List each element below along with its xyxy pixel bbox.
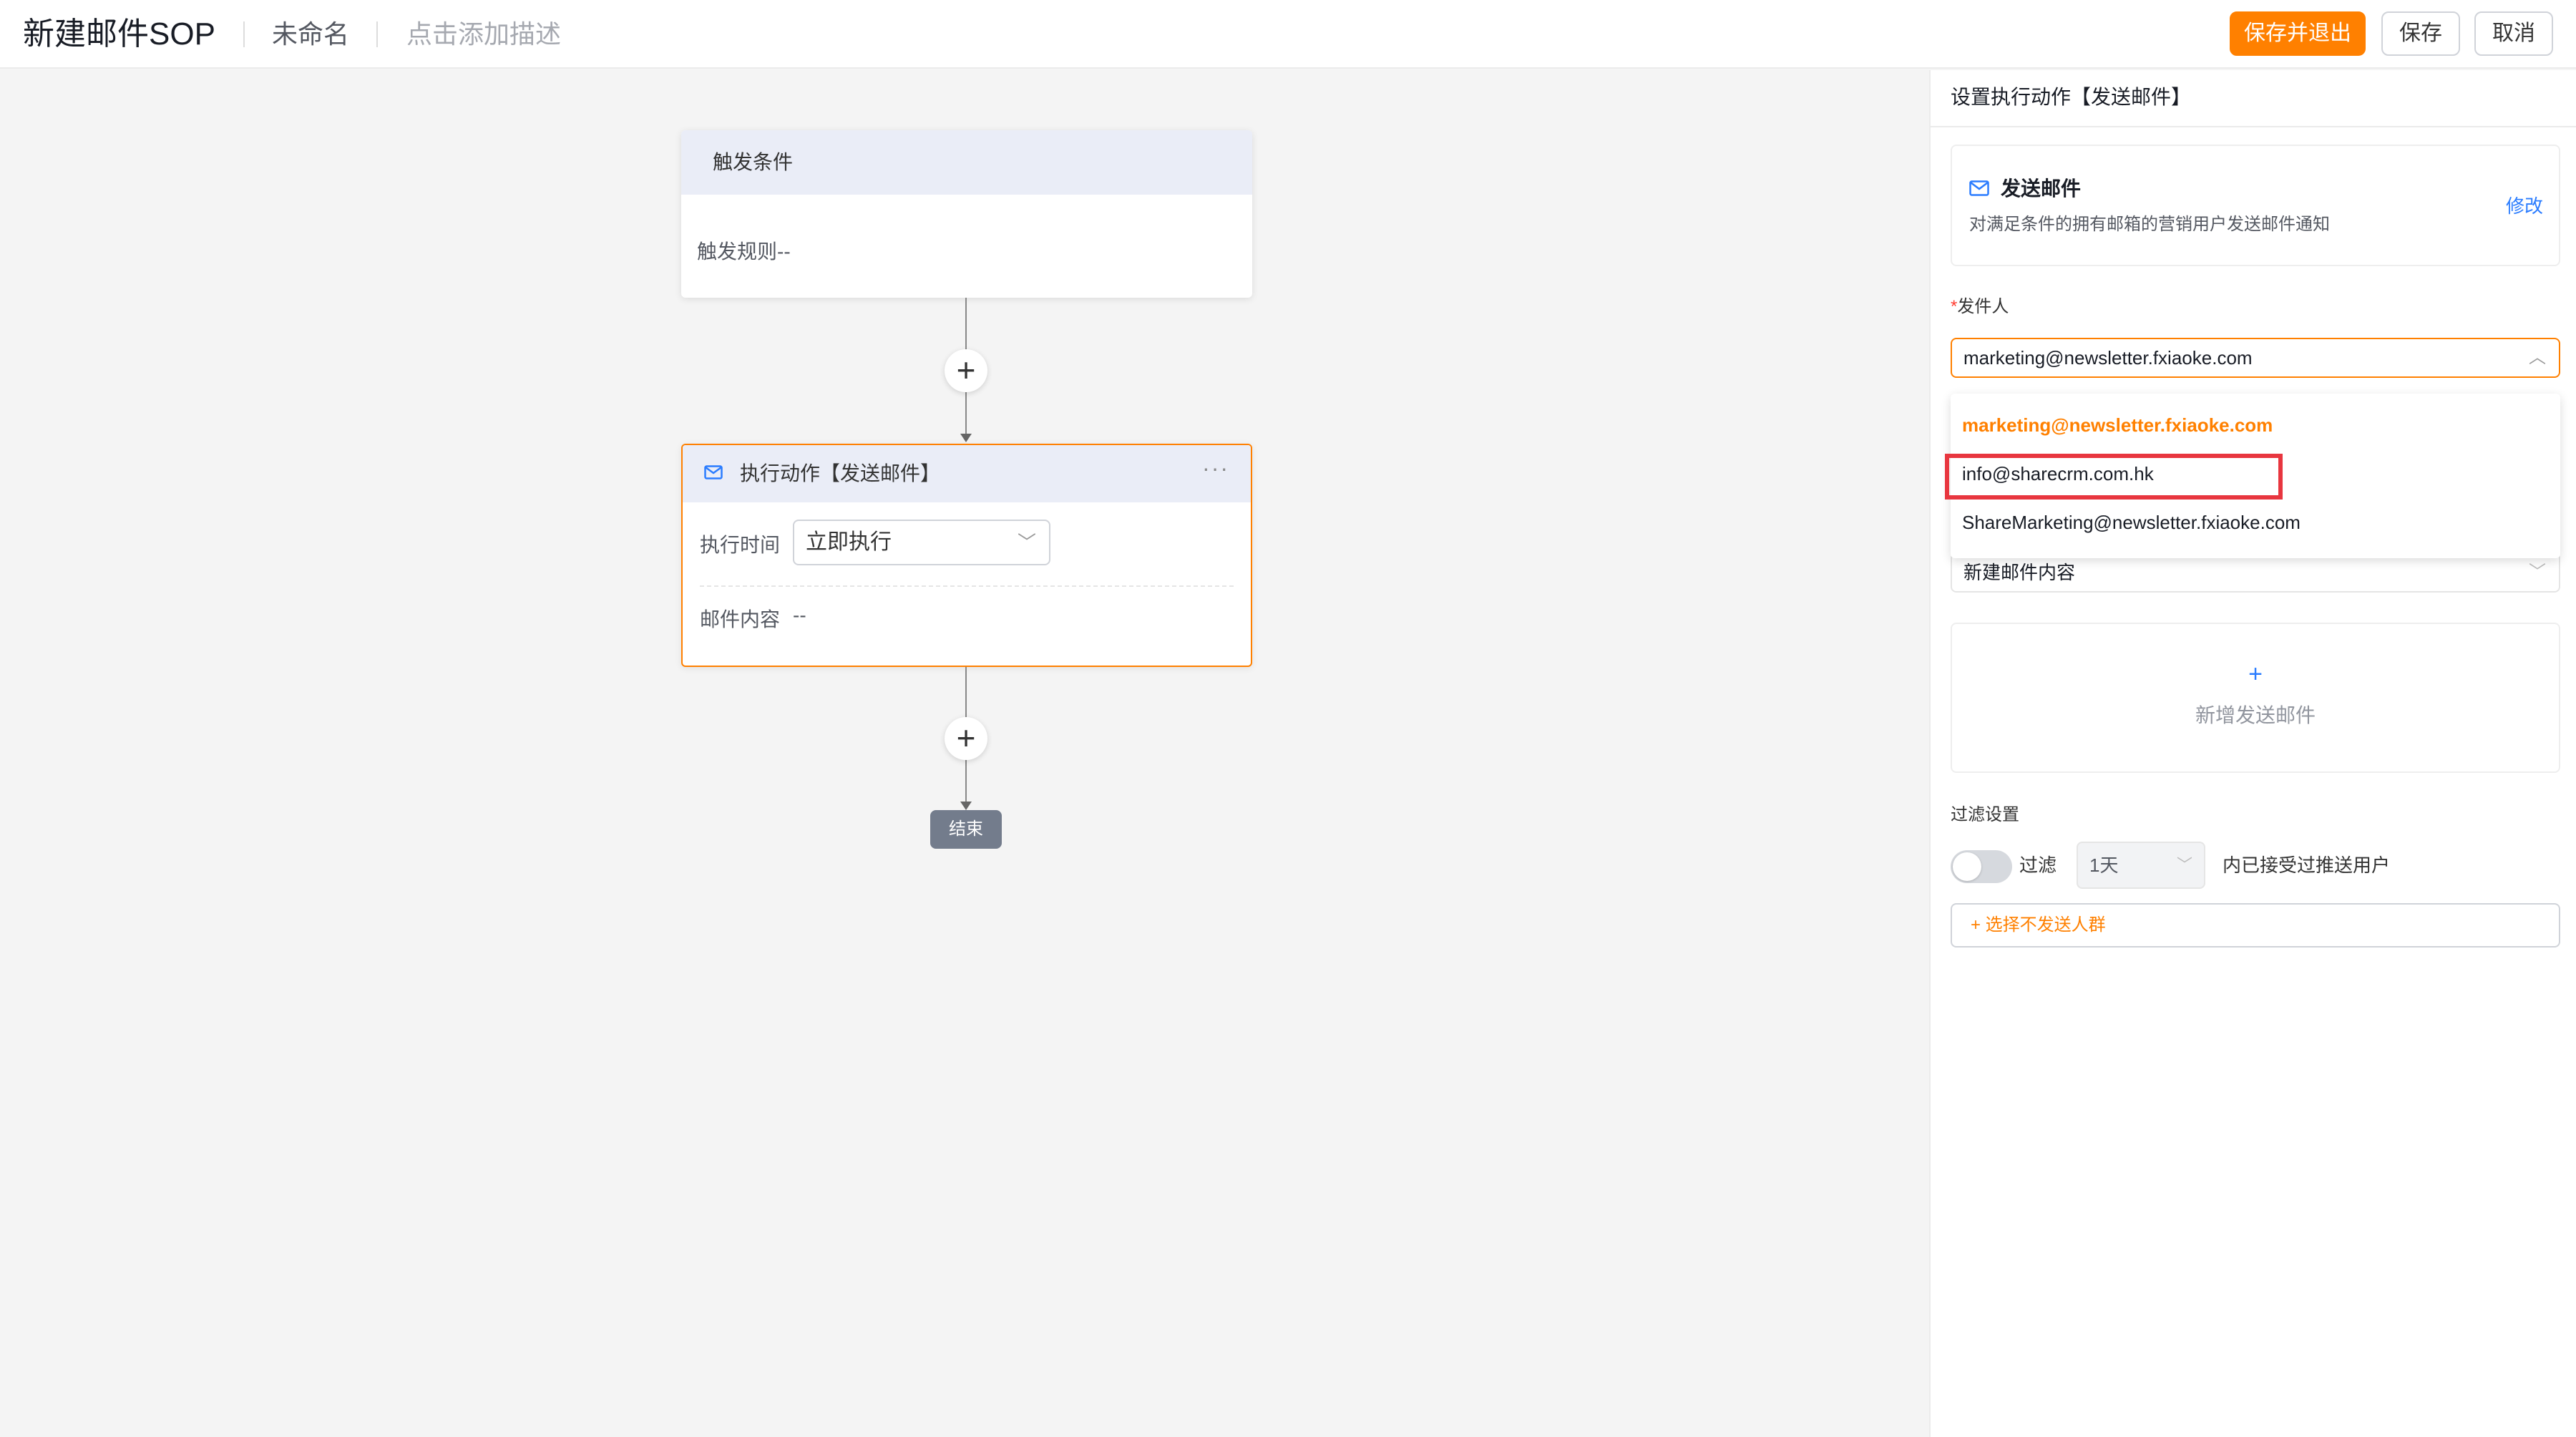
mail-content-select[interactable]: 新建邮件内容 ﹀ (1951, 552, 2560, 593)
panel-title: 设置执行动作【发送邮件】 (1951, 86, 2192, 108)
sender-option[interactable]: marketing@newsletter.fxiaoke.com (1962, 412, 2273, 438)
plus-icon: + (2248, 661, 2263, 688)
chevron-down-icon: ﹀ (2529, 562, 2546, 582)
settings-panel: 设置执行动作【发送邮件】 发送邮件 对满足条件的拥有邮箱的营销用户发送邮件通知 … (1929, 70, 2576, 1437)
required-mark: * (1951, 297, 1958, 316)
filter-days-value: 1天 (2089, 854, 2119, 876)
action-description: 对满足条件的拥有邮箱的营销用户发送邮件通知 (1969, 215, 2330, 234)
mail-content-label: 邮件内容 (700, 608, 781, 630)
exclude-audience-button[interactable]: + 选择不发送人群 (1951, 903, 2560, 948)
chevron-up-icon: ︿ (2529, 348, 2546, 367)
add-node-button[interactable]: + (945, 717, 987, 760)
connector-arrow (960, 802, 972, 810)
filter-days-select[interactable]: 1天 ﹀ (2077, 842, 2205, 889)
sop-name[interactable]: 未命名 (272, 16, 349, 53)
save-and-exit-button[interactable]: 保存并退出 (2230, 11, 2366, 56)
filter-toggle[interactable] (1951, 850, 2012, 883)
divider (376, 21, 378, 47)
divider (243, 21, 245, 47)
sender-label-text: 发件人 (1957, 297, 2009, 316)
trigger-node[interactable]: 触发条件 触发规则-- (681, 130, 1252, 298)
mail-content-value: -- (793, 604, 806, 626)
flow-canvas: 触发条件 触发规则-- + 执行动作【发送邮件】 ··· 执行时间 立即执行 ﹀… (0, 70, 1929, 1437)
mail-icon (1969, 180, 1989, 200)
sender-value: marketing@newsletter.fxiaoke.com (1963, 347, 2253, 369)
exec-time-select[interactable]: 立即执行 ﹀ (793, 520, 1050, 565)
sender-option[interactable]: ShareMarketing@newsletter.fxiaoke.com (1962, 510, 2301, 535)
top-bar: 新建邮件SOP 未命名 点击添加描述 保存并退出 保存 取消 (0, 0, 2576, 69)
filter-toggle-label: 过滤 (2019, 854, 2057, 876)
trigger-rule: 触发规则-- (697, 240, 791, 263)
chevron-down-icon: ﹀ (2176, 856, 2192, 874)
cancel-button[interactable]: 取消 (2474, 11, 2553, 56)
sender-label: *发件人 (1951, 295, 2009, 319)
connector-arrow (960, 434, 972, 442)
add-node-button[interactable]: + (945, 349, 987, 392)
exec-time-value: 立即执行 (806, 530, 892, 554)
sender-select[interactable]: marketing@newsletter.fxiaoke.com ︿ (1951, 338, 2560, 378)
highlight-annotation (1945, 454, 2283, 500)
action-info-card: 发送邮件 对满足条件的拥有邮箱的营销用户发送邮件通知 修改 (1951, 145, 2560, 266)
more-options-icon[interactable]: ··· (1202, 455, 1229, 482)
description-input[interactable]: 点击添加描述 (406, 16, 561, 53)
end-node: 结束 (930, 810, 1002, 849)
action-name: 发送邮件 (2001, 177, 2082, 200)
action-node-title: 执行动作【发送邮件】 (740, 462, 941, 484)
exec-time-label: 执行时间 (700, 534, 781, 556)
action-node[interactable]: 执行动作【发送邮件】 ··· 执行时间 立即执行 ﹀ 邮件内容 -- (681, 444, 1252, 667)
trigger-node-title: 触发条件 (681, 130, 1252, 195)
mail-content-select-value: 新建邮件内容 (1963, 562, 2076, 583)
add-mail-button[interactable]: + 新增发送邮件 (1951, 623, 2560, 773)
filter-suffix: 内已接受过推送用户 (2223, 854, 2391, 876)
divider (1931, 126, 2576, 127)
filter-section-label: 过滤设置 (1951, 805, 2019, 824)
mail-icon (704, 465, 723, 483)
toggle-knob (1953, 852, 1981, 881)
action-node-header: 执行动作【发送邮件】 ··· (683, 445, 1251, 502)
chevron-down-icon: ﹀ (1017, 532, 1036, 553)
save-button[interactable]: 保存 (2381, 11, 2460, 56)
page-title: 新建邮件SOP (23, 16, 215, 52)
add-mail-label: 新增发送邮件 (2195, 704, 2316, 726)
divider (700, 585, 1234, 587)
edit-action-link[interactable]: 修改 (2506, 192, 2543, 218)
